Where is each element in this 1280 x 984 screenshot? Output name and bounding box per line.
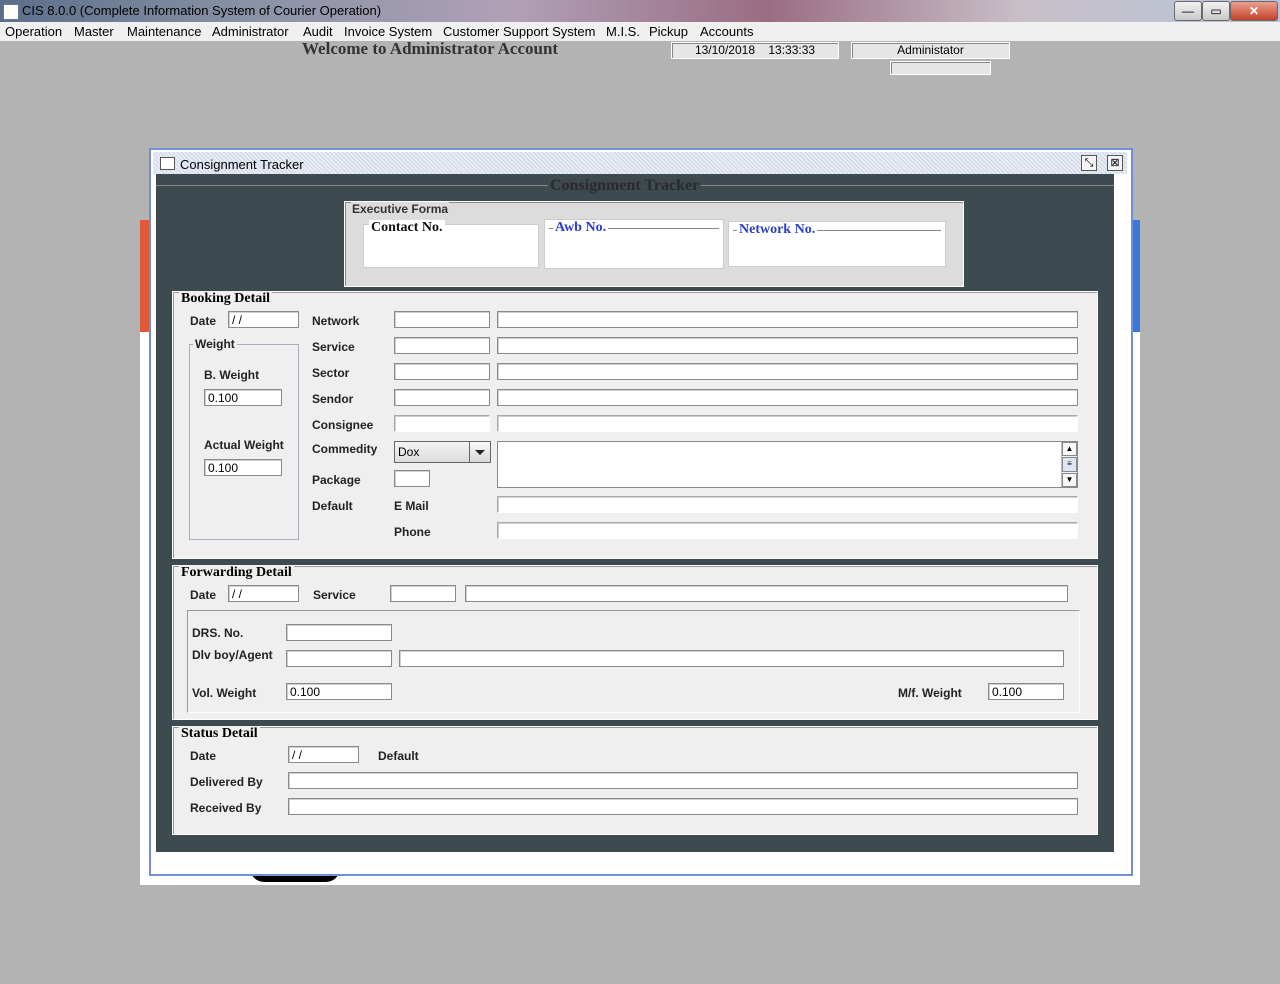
sendor-name-input[interactable] [497,389,1078,406]
restore-window-icon[interactable]: ⤡ [1081,155,1097,171]
executive-forma-panel: Executive Forma Contact No. Awb No. Netw… [344,201,964,287]
package-input[interactable] [394,470,430,487]
welcome-text: Welcome to Administrator Account [302,39,559,58]
menu-invoice-system[interactable]: Invoice System [344,24,432,39]
consignee-address-textarea[interactable]: ▲ ≡ ▼ [497,441,1078,488]
network-name-input[interactable] [497,311,1078,328]
app-title: CIS 8.0.0 (Complete Information System o… [22,3,382,18]
email-label: E Mail [394,499,429,513]
actual-weight-label: Actual Weight [204,438,284,452]
menu-administrator[interactable]: Administrator [212,24,289,39]
consignee-label: Consignee [312,418,374,432]
user-display: Administator [851,42,1010,59]
scroll-down-icon[interactable]: ▼ [1062,473,1077,487]
scroll-thumb[interactable]: ≡ [1062,457,1077,472]
drs-no-input[interactable] [286,624,392,641]
b-weight-label: B. Weight [204,368,260,382]
sector-code-input[interactable] [394,363,490,380]
b-weight-input[interactable]: 0.100 [204,389,282,406]
booking-detail-legend: Booking Detail [179,291,273,307]
service-code-input[interactable] [394,337,490,354]
status-date-input[interactable]: / / [288,746,359,763]
date-display: 13/10/2018 [694,43,755,57]
status-default-label: Default [378,749,419,763]
scroll-up-icon[interactable]: ▲ [1062,442,1077,456]
phone-input[interactable] [497,522,1078,539]
email-input[interactable] [497,496,1078,513]
sector-name-input[interactable] [497,363,1078,380]
forwarding-detail-legend: Forwarding Detail [179,565,294,581]
chevron-down-icon[interactable] [469,442,490,462]
date-time-display: 13/10/2018 13:33:33 [671,42,839,59]
minimize-button[interactable]: — [1174,1,1202,21]
received-by-input[interactable] [288,798,1078,815]
menu-maintenance[interactable]: Maintenance [127,24,201,39]
service-name-input[interactable] [497,337,1078,354]
service-label: Service [312,340,355,354]
weight-legend: Weight [193,337,237,351]
forwarding-service-label: Service [313,588,356,602]
network-code-input[interactable] [394,311,490,328]
menu-accounts[interactable]: Accounts [700,24,753,39]
status-date-label: Date [190,749,217,763]
delivered-by-input[interactable] [288,772,1078,789]
network-no-box[interactable]: Network No. [728,221,946,267]
close-button[interactable]: ✕ [1230,1,1278,21]
menu-customer-support-system[interactable]: Customer Support System [443,24,595,39]
forwarding-date-label: Date [190,588,217,602]
default-label: Default [312,499,353,513]
tracker-heading: Consignment Tracker [548,177,702,195]
awb-no-label: Awb No. [553,220,609,236]
status-detail-legend: Status Detail [179,726,260,742]
app-icon [3,4,19,20]
sendor-code-input[interactable] [394,389,490,406]
booking-date-input[interactable]: / / [228,311,299,328]
consignee-code-input[interactable] [394,415,490,432]
network-no-label: Network No. [737,222,818,238]
dlv-boy-name-input[interactable] [399,650,1064,667]
forwarding-date-input[interactable]: / / [228,585,299,602]
phone-label: Phone [394,525,431,539]
textarea-scrollbar[interactable]: ▲ ≡ ▼ [1061,442,1077,487]
restore-button[interactable]: ▭ [1202,1,1230,21]
awb-no-box[interactable]: Awb No. [544,219,724,269]
window-icon [160,157,175,170]
drs-no-label: DRS. No. [192,626,244,640]
sector-label: Sector [312,366,350,380]
menu-audit[interactable]: Audit [303,24,333,39]
vol-weight-label: Vol. Weight [192,686,257,700]
mf-weight-label: M/f. Weight [898,686,962,700]
close-window-icon[interactable]: ⊠ [1107,155,1123,171]
sendor-label: Sendor [312,392,354,406]
booking-date-label: Date [190,314,217,328]
commodity-label: Commedity [312,442,378,456]
dlv-boy-code-input[interactable] [286,650,392,667]
vol-weight-input[interactable]: 0.100 [286,683,392,700]
consignee-name-input[interactable] [497,415,1078,432]
commodity-selected-value: Dox [398,445,420,459]
menu-operation[interactable]: Operation [5,24,62,39]
menu-bar: Operation Master Maintenance Administrat… [0,22,1280,41]
time-display: 13:33:33 [768,43,816,57]
forwarding-service-name-input[interactable] [465,585,1068,602]
actual-weight-input[interactable]: 0.100 [204,459,282,476]
commodity-select[interactable]: Dox [394,441,491,463]
network-label: Network [312,314,360,328]
contact-no-box[interactable]: Contact No. [363,220,539,268]
executive-forma-legend: Executive Forma [351,202,450,216]
app-title-bar: CIS 8.0.0 (Complete Information System o… [0,0,1280,22]
tracker-title-bar[interactable]: Consignment Tracker ⤡ ⊠ [153,152,1127,174]
menu-master[interactable]: Master [74,24,114,39]
menu-mis[interactable]: M.I.S. [606,24,640,39]
forwarding-service-code-input[interactable] [390,585,456,602]
tracker-window-title: Consignment Tracker [180,157,304,172]
package-label: Package [312,473,361,487]
received-by-label: Received By [190,801,262,815]
dlv-boy-label: Dlv boy/Agent [192,648,273,662]
mf-weight-input[interactable]: 0.100 [988,683,1064,700]
delivered-by-label: Delivered By [190,775,263,789]
menu-pickup[interactable]: Pickup [649,24,688,39]
user-sub-display [890,61,991,75]
contact-no-label: Contact No. [369,220,445,236]
